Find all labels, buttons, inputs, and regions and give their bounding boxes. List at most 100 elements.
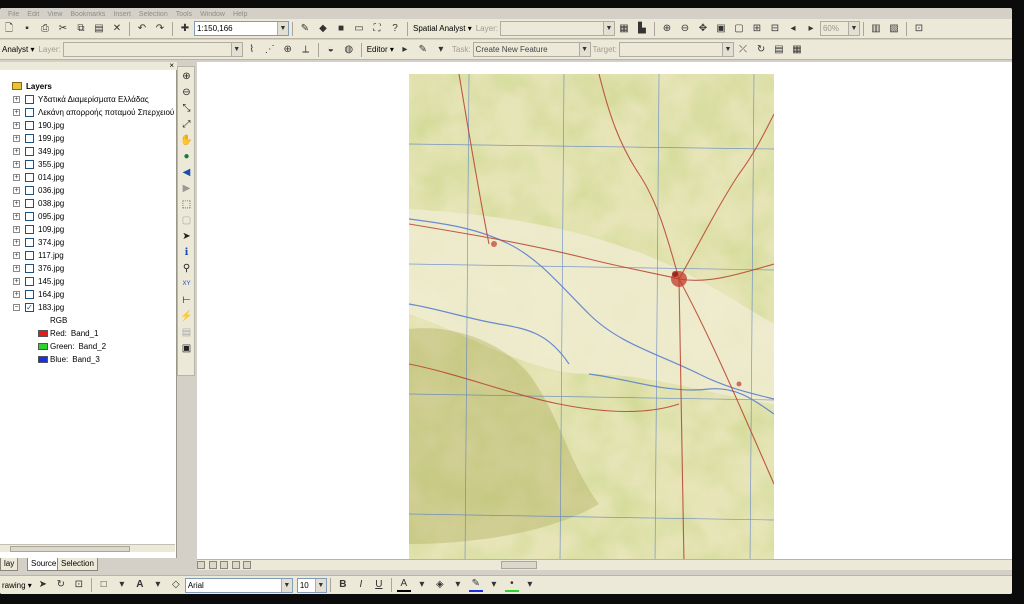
toggle-draft-icon[interactable]: ▥ [869, 22, 883, 36]
chevron-down-icon[interactable]: ▼ [314, 578, 326, 592]
layer-visibility-checkbox[interactable] [25, 238, 34, 247]
layer-visibility-checkbox[interactable] [25, 147, 34, 156]
paste-icon[interactable]: ▤ [92, 22, 106, 36]
hyperlink-icon[interactable]: ⚡ [180, 310, 193, 323]
rectangle-dropdown-icon[interactable]: ▾ [115, 578, 129, 592]
chevron-down-icon[interactable]: ▼ [277, 22, 288, 35]
expand-toggle-icon[interactable]: + [13, 278, 20, 285]
zoom-to-selected-icon[interactable]: ⊡ [72, 578, 86, 592]
toc-data-frame[interactable]: Layers [0, 80, 175, 93]
expand-toggle-icon[interactable]: + [13, 148, 20, 155]
line-color-dropdown-icon[interactable]: ▾ [487, 578, 501, 592]
clear-selection-icon[interactable]: ▢ [180, 214, 193, 227]
analyst-tool-1-icon[interactable]: ⌇ [245, 43, 259, 57]
expand-toggle-icon[interactable]: + [13, 187, 20, 194]
layer-visibility-checkbox[interactable] [25, 277, 34, 286]
edit-tool-icon[interactable]: ▸ [398, 43, 412, 57]
layout-view-icon[interactable] [208, 561, 217, 569]
new-text-icon[interactable]: A [133, 578, 147, 592]
toc-layer-item[interactable]: +349.jpg [0, 145, 175, 158]
underline-button[interactable]: U [372, 578, 386, 592]
command-line-icon[interactable]: ▭ [352, 22, 366, 36]
expand-toggle-icon[interactable]: + [13, 122, 20, 129]
next-extent-icon[interactable]: ▶ [180, 182, 193, 195]
toc-layer-item[interactable]: +038.jpg [0, 197, 175, 210]
toc-layer-item[interactable]: + Υδατικά Διαμερίσματα Ελλάδας [0, 93, 175, 106]
layer-visibility-checkbox[interactable] [25, 95, 34, 104]
focus-data-frame-icon[interactable]: ▧ [887, 22, 901, 36]
editor-menu[interactable]: Editor ▾ [367, 45, 394, 54]
globe-icon[interactable]: ◍ [342, 43, 356, 57]
rotate-tool-icon[interactable]: ↻ [754, 43, 768, 57]
pan-hand-icon[interactable]: ✋ [180, 134, 193, 147]
catalog-icon[interactable]: ■ [334, 22, 348, 36]
layout-forward-icon[interactable]: ▸ [804, 22, 818, 36]
tab-source[interactable]: Source [27, 558, 61, 571]
toc-layer-item[interactable]: +036.jpg [0, 184, 175, 197]
toc-layer-item[interactable]: +164.jpg [0, 288, 175, 301]
new-document-icon[interactable]: 🗋 [2, 22, 16, 36]
print-icon[interactable]: ⎙ [38, 22, 52, 36]
split-tool-icon[interactable]: ⤫ [736, 43, 750, 57]
toc-layer-item[interactable]: + Λεκάνη απορροής ποταμού Σπερχειού [0, 106, 175, 119]
measure-icon[interactable]: ⊢ [180, 294, 193, 307]
toc-layer-item[interactable]: +117.jpg [0, 249, 175, 262]
italic-button[interactable]: I [354, 578, 368, 592]
sketch-properties-icon[interactable]: ▦ [790, 43, 804, 57]
toc-layer-item[interactable]: +014.jpg [0, 171, 175, 184]
layer-visibility-checkbox[interactable]: ✓ [25, 303, 34, 312]
expand-toggle-icon[interactable]: + [13, 96, 20, 103]
font-size-combo[interactable]: 10 ▼ [296, 577, 327, 593]
analyst-tool-5-icon[interactable]: ◒ [324, 43, 338, 57]
toc-layer-item[interactable]: − ✓ 183.jpg [0, 301, 175, 314]
analyst-tool-3-icon[interactable]: ⊕ [281, 43, 295, 57]
sa-histogram-icon[interactable]: ▦ [617, 22, 631, 36]
toc-layer-item[interactable]: +376.jpg [0, 262, 175, 275]
redo-icon[interactable]: ↷ [153, 22, 167, 36]
layer-visibility-checkbox[interactable] [25, 134, 34, 143]
chevron-down-icon[interactable]: ▼ [847, 22, 859, 35]
chevron-down-icon[interactable]: ▼ [602, 22, 614, 35]
task-combo[interactable]: Create New Feature ▼ [472, 42, 591, 57]
target-combo[interactable]: ▼ [619, 42, 735, 57]
expand-toggle-icon[interactable]: + [13, 265, 20, 272]
fill-color-dropdown-icon[interactable]: ▾ [451, 578, 465, 592]
model-builder-icon[interactable]: ⛶ [370, 22, 384, 36]
layout-fixed-zoom-out-icon[interactable]: ⊟ [768, 22, 782, 36]
toc-layer-item[interactable]: +095.jpg [0, 210, 175, 223]
layer-visibility-checkbox[interactable] [25, 173, 34, 182]
cut-icon[interactable]: ✂ [56, 22, 70, 36]
fixed-zoom-in-icon[interactable]: ⤡ [180, 102, 193, 115]
editor-toolbar-icon[interactable]: ✎ [298, 22, 312, 36]
layer-visibility-checkbox[interactable] [25, 186, 34, 195]
map-scale-combo[interactable]: 1:150,166 ▼ [194, 21, 289, 36]
whats-this-icon[interactable]: ? [388, 22, 402, 36]
full-extent-icon[interactable]: ● [180, 150, 193, 163]
expand-toggle-icon[interactable]: + [13, 109, 20, 116]
analyst-tool-4-icon[interactable]: ⟂ [299, 43, 313, 57]
layout-zoom-combo[interactable]: 60% ▼ [819, 21, 860, 36]
expand-toggle-icon[interactable]: + [13, 200, 20, 207]
toc-horizontal-scrollbar[interactable] [0, 544, 175, 552]
map-view[interactable] [197, 62, 1012, 570]
chevron-down-icon[interactable]: ▼ [578, 43, 590, 56]
map-horizontal-scrollbar[interactable] [501, 561, 537, 569]
tab-selection[interactable]: Selection [57, 558, 98, 571]
tab-display[interactable]: lay [0, 558, 19, 571]
drawing-menu[interactable]: rawing ▾ [2, 581, 32, 590]
refresh-view-icon[interactable] [220, 561, 229, 569]
expand-toggle-icon[interactable]: + [13, 161, 20, 168]
spatial-analyst-menu[interactable]: Spatial Analyst ▾ [413, 24, 472, 33]
select-features-icon[interactable]: ⬚ [180, 198, 193, 211]
expand-toggle-icon[interactable]: + [13, 239, 20, 246]
layer-visibility-checkbox[interactable] [25, 251, 34, 260]
sketch-dropdown-icon[interactable]: ▾ [434, 43, 448, 57]
analyst-menu[interactable]: Analyst ▾ [2, 45, 34, 54]
attributes-icon[interactable]: ▤ [772, 43, 786, 57]
layer-visibility-checkbox[interactable] [25, 121, 34, 130]
chevron-down-icon[interactable]: ▼ [280, 578, 292, 592]
analyst-tool-2-icon[interactable]: ⋰ [263, 43, 277, 57]
layout-pan-icon[interactable]: ✥ [696, 22, 710, 36]
sa-extract-icon[interactable]: ▙ [635, 22, 649, 36]
delete-icon[interactable]: ✕ [110, 22, 124, 36]
